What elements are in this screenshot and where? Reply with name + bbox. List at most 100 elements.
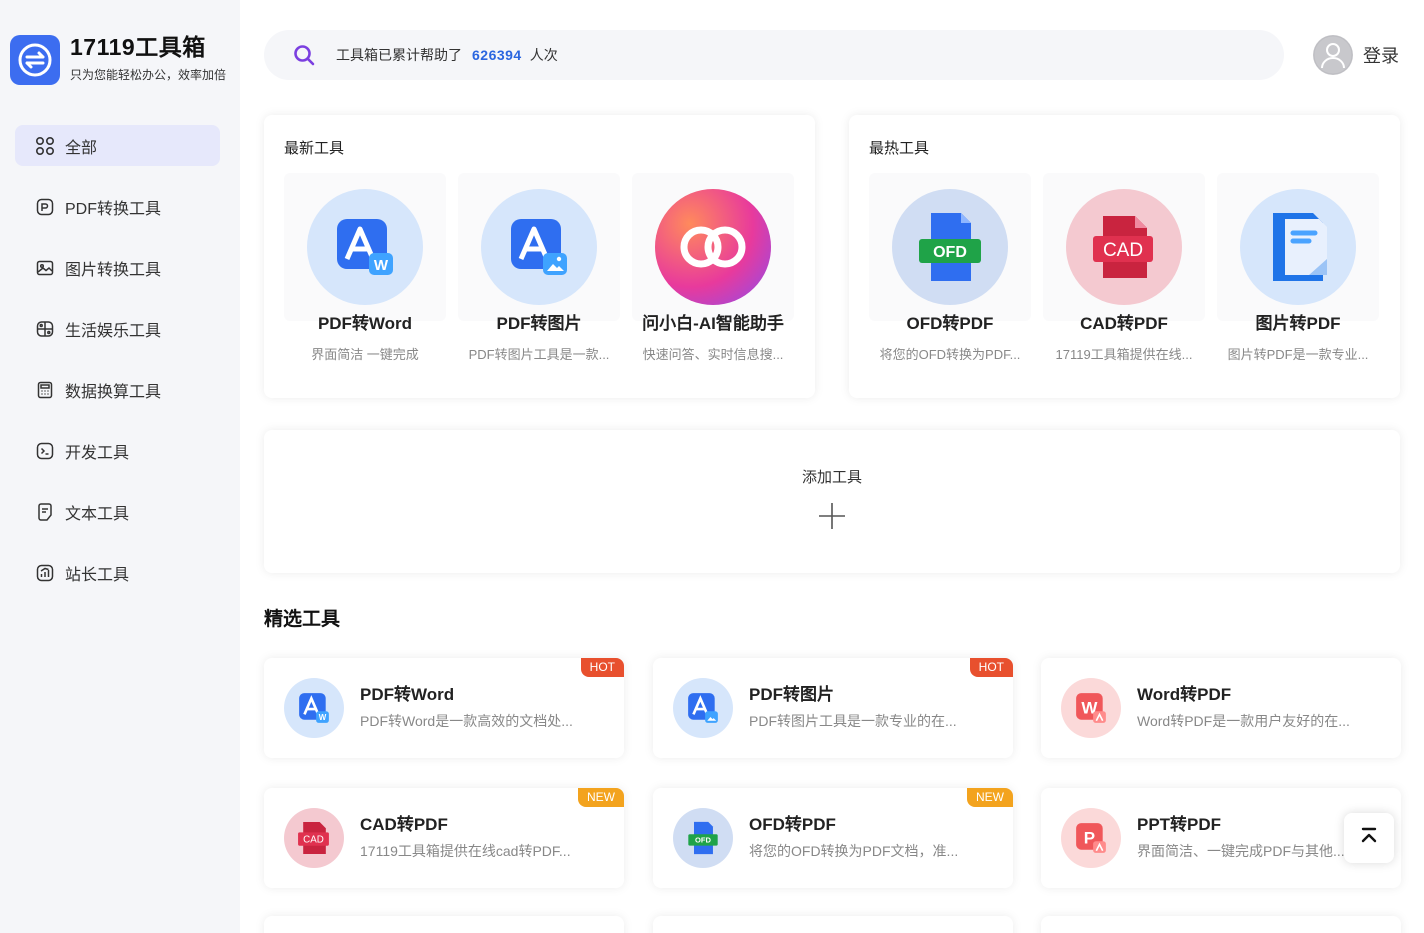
tool-tile[interactable]: W PDF转Word 界面简洁 一键完成	[284, 173, 446, 363]
tool-desc: 图片转PDF是一款专业...	[1227, 347, 1369, 362]
tool-name: PDF转图片	[496, 314, 582, 333]
sidebar-item-label: 图片转换工具	[65, 261, 162, 279]
hot-badge: HOT	[580, 658, 624, 677]
sidebar-item-label: PDF转换工具	[65, 200, 162, 218]
tool-tile[interactable]: 图片转PDF 图片转PDF是一款专业...	[1217, 173, 1379, 363]
featured-name: Word转PDF	[1137, 685, 1232, 704]
pdf-to-image-icon	[481, 189, 597, 305]
brand-slogan: 只为您能轻松办公，效率加倍	[70, 68, 227, 82]
panel-title: 最热工具	[869, 140, 930, 157]
cad-text: CAD	[303, 835, 324, 846]
featured-card[interactable]	[1041, 916, 1401, 933]
featured-name: PDF转Word	[360, 685, 455, 704]
image-to-pdf-icon	[1240, 189, 1356, 305]
tool-name: 图片转PDF	[1255, 314, 1341, 333]
sidebar-item-pdf[interactable]: PDF转换工具	[15, 186, 220, 227]
featured-desc: PDF转图片工具是一款专业的在...	[749, 713, 957, 729]
tool-name: 问小白-AI智能助手	[642, 314, 784, 333]
sidebar-item-label: 文本工具	[65, 505, 130, 523]
sidebar: 17119工具箱 只为您能轻松办公，效率加倍 全部 PDF转换工具 图片转换工具	[0, 0, 240, 933]
new-badge: NEW	[578, 788, 624, 807]
search-icon[interactable]	[292, 43, 316, 67]
brand[interactable]: 17119工具箱 只为您能轻松办公，效率加倍	[10, 30, 226, 85]
featured-name: PPT转PDF	[1137, 815, 1222, 834]
pdf-to-image-icon	[673, 678, 733, 738]
cad-text: CAD	[1103, 240, 1143, 261]
featured-card[interactable]: W Word转PDF Word转PDF是一款用户友好的在...	[1041, 658, 1401, 758]
tool-desc: 17119工具箱提供在线...	[1055, 347, 1193, 362]
tool-desc: 界面简洁 一键完成	[311, 347, 419, 362]
tool-desc: 将您的OFD转换为PDF...	[879, 347, 1021, 362]
sidebar-item-label: 开发工具	[65, 444, 130, 462]
grid-icon	[35, 136, 55, 156]
ai-assistant-icon	[655, 189, 771, 305]
w-letter: W	[374, 257, 389, 274]
brand-name: 17119工具箱	[70, 34, 206, 60]
chart-icon	[35, 563, 55, 583]
gamepad-icon	[35, 319, 55, 339]
sidebar-item-data[interactable]: 数据换算工具	[15, 369, 220, 410]
new-badge: NEW	[967, 788, 1013, 807]
sidebar-item-label: 数据换算工具	[65, 383, 162, 401]
featured-card[interactable]	[264, 916, 624, 933]
tool-tile[interactable]: PDF转图片 PDF转图片工具是一款...	[458, 173, 620, 363]
tool-tile[interactable]: CAD CAD转PDF 17119工具箱提供在线...	[1043, 173, 1205, 363]
tool-name: CAD转PDF	[1080, 314, 1168, 333]
search-bar[interactable]: 工具箱已累计帮助了 626394 人次	[264, 30, 1284, 80]
hottest-tools-panel: 最热工具 OFD OFD转PDF 将您的OFD转换为PDF... CAD CAD…	[849, 115, 1400, 398]
sidebar-item-dev[interactable]: 开发工具	[15, 430, 220, 471]
sidebar-item-text[interactable]: 文本工具	[15, 491, 220, 532]
featured-desc: 将您的OFD转换为PDF文档，准...	[749, 843, 959, 859]
back-to-top-button[interactable]	[1344, 813, 1394, 863]
featured-desc: 17119工具箱提供在线cad转PDF...	[360, 843, 571, 859]
tool-desc: 快速问答、实时信息搜...	[642, 347, 784, 362]
pdf-to-word-icon: W	[284, 678, 344, 738]
featured-card[interactable]: CAD CAD转PDF 17119工具箱提供在线cad转PDF... NEW	[264, 788, 624, 888]
sidebar-nav: 全部 PDF转换工具 图片转换工具 生活娱乐工具 数据换算工具 开发工具 文本工…	[15, 125, 220, 613]
latest-tools-panel: 最新工具 W PDF转Word 界面简洁 一键完成 PDF转图片 PDF转图片工…	[264, 115, 815, 398]
cad-to-pdf-icon: CAD	[284, 808, 344, 868]
tool-tile[interactable]: 问小白-AI智能助手 快速问答、实时信息搜...	[632, 173, 794, 363]
pdf-to-word-icon: W	[307, 189, 423, 305]
usage-suffix: 人次	[529, 47, 558, 63]
featured-name: OFD转PDF	[749, 815, 836, 834]
terminal-icon	[35, 441, 55, 461]
usage-count: 626394	[472, 47, 522, 63]
hot-badge: HOT	[969, 658, 1013, 677]
logo-icon	[10, 35, 60, 85]
sidebar-item-label: 生活娱乐工具	[65, 322, 162, 340]
featured-desc: Word转PDF是一款用户友好的在...	[1137, 713, 1350, 729]
w-letter: W	[319, 713, 327, 722]
sidebar-item-image[interactable]: 图片转换工具	[15, 247, 220, 288]
tool-name: OFD转PDF	[906, 314, 994, 333]
ofd-to-pdf-icon: OFD	[673, 808, 733, 868]
tool-tile[interactable]: OFD OFD转PDF 将您的OFD转换为PDF...	[869, 173, 1031, 363]
plus-icon[interactable]	[264, 501, 1400, 531]
section-title: 精选工具	[264, 609, 341, 630]
user-login[interactable]: 登录	[1313, 35, 1399, 75]
sidebar-item-label: 全部	[65, 139, 98, 157]
text-file-icon	[35, 502, 55, 522]
ofd-to-pdf-icon: OFD	[892, 189, 1008, 305]
image-icon	[35, 258, 55, 278]
cad-to-pdf-icon: CAD	[1066, 189, 1182, 305]
sidebar-item-webmaster[interactable]: 站长工具	[15, 552, 220, 593]
usage-prefix: 工具箱已累计帮助了	[336, 47, 462, 63]
featured-card[interactable]: PDF转图片 PDF转图片工具是一款专业的在... HOT	[653, 658, 1013, 758]
featured-name: CAD转PDF	[360, 815, 448, 834]
ofd-text: OFD	[695, 836, 712, 845]
word-to-pdf-icon: W	[1061, 678, 1121, 738]
sidebar-item-all[interactable]: 全部	[15, 125, 220, 166]
featured-name: PDF转图片	[749, 685, 834, 704]
login-link[interactable]: 登录	[1363, 42, 1399, 68]
calculator-icon	[35, 380, 55, 400]
avatar[interactable]	[1313, 35, 1353, 75]
featured-card[interactable]	[653, 916, 1013, 933]
featured-card[interactable]: OFD OFD转PDF 将您的OFD转换为PDF文档，准... NEW	[653, 788, 1013, 888]
add-tool-panel[interactable]: 添加工具	[264, 430, 1400, 573]
panel-title: 最新工具	[284, 140, 345, 157]
sidebar-item-life[interactable]: 生活娱乐工具	[15, 308, 220, 349]
featured-card[interactable]: W PDF转Word PDF转Word是一款高效的文档处... HOT	[264, 658, 624, 758]
tool-name: PDF转Word	[317, 314, 413, 333]
arrow-up-icon	[1360, 827, 1378, 850]
